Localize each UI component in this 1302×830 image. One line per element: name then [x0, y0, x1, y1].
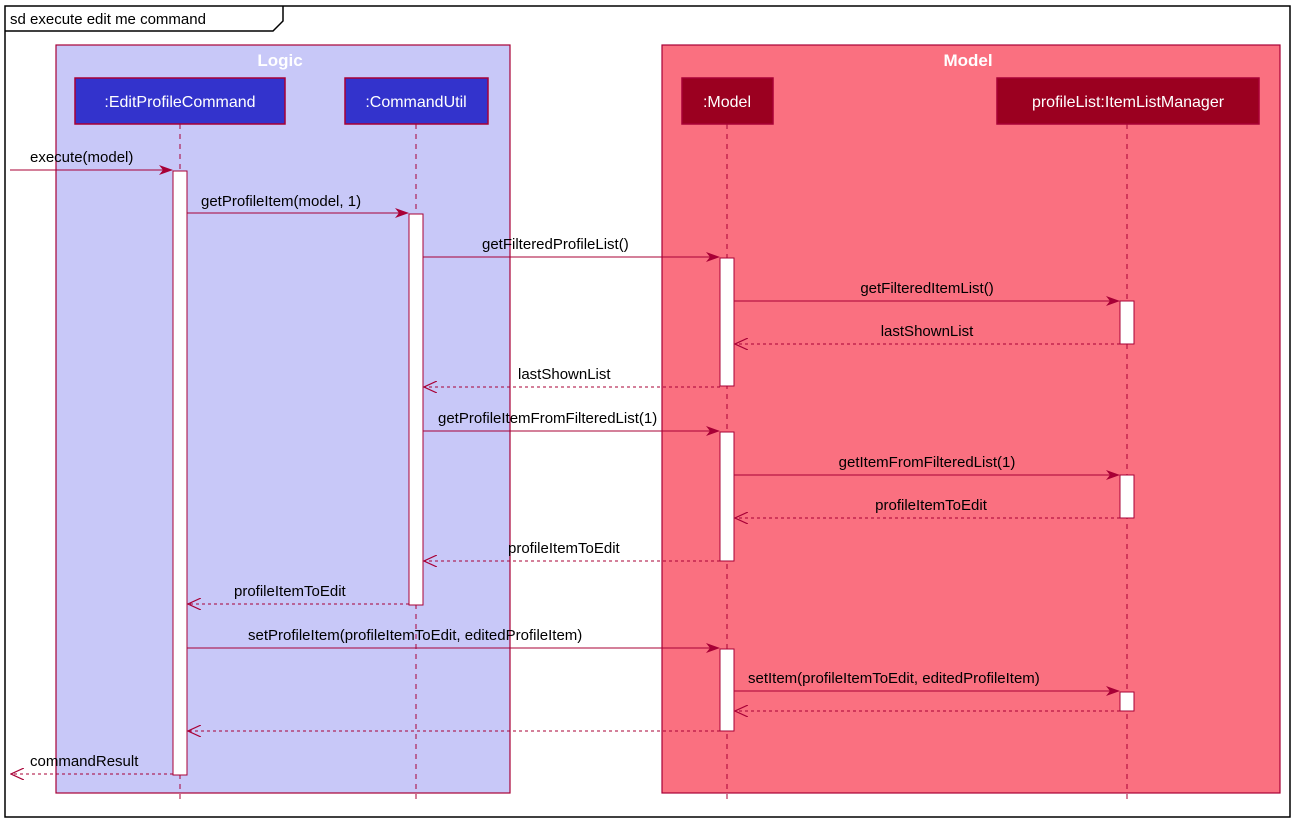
message-label: profileItemToEdit: [234, 583, 347, 600]
message-label: getFilteredProfileList(): [482, 236, 629, 253]
message-label: setItem(profileItemToEdit, editedProfile…: [748, 670, 1040, 687]
message-label: lastShownList: [518, 366, 611, 383]
message-label: commandResult: [30, 753, 139, 770]
participant-item-list-manager: profileList:ItemListManager: [996, 77, 1260, 125]
activation-model-3: [719, 648, 735, 732]
box-title-model: Model: [943, 51, 992, 70]
activation-model-1: [719, 257, 735, 387]
message-label: getProfileItem(model, 1): [201, 193, 361, 210]
activation-item-list-manager-2: [1119, 474, 1135, 519]
message-label: getProfileItemFromFilteredList(1): [438, 410, 657, 427]
participant-label: profileList:ItemListManager: [1032, 94, 1225, 111]
activation-edit-profile-command: [172, 170, 188, 776]
message-label: execute(model): [30, 149, 133, 166]
message-label: setProfileItem(profileItemToEdit, edited…: [248, 627, 582, 644]
sequence-diagram: sd execute edit me command Logic Model :…: [4, 5, 1291, 818]
message-label: getFilteredItemList(): [860, 280, 993, 297]
message-label: getItemFromFilteredList(1): [839, 454, 1016, 471]
message-label: lastShownList: [881, 323, 974, 340]
frame-title: sd execute edit me command: [10, 11, 206, 28]
participant-label: :CommandUtil: [365, 94, 466, 111]
message-label: profileItemToEdit: [508, 540, 621, 557]
activation-model-2: [719, 431, 735, 562]
activation-item-list-manager-1: [1119, 300, 1135, 345]
participant-model: :Model: [681, 77, 774, 125]
participant-label: :Model: [703, 94, 751, 111]
message-label: profileItemToEdit: [875, 497, 988, 514]
participant-label: :EditProfileCommand: [104, 94, 255, 111]
box-title-logic: Logic: [257, 51, 302, 70]
participant-command-util: :CommandUtil: [344, 77, 489, 125]
participant-edit-profile-command: :EditProfileCommand: [74, 77, 286, 125]
activation-item-list-manager-3: [1119, 691, 1135, 712]
activation-command-util: [408, 213, 424, 606]
